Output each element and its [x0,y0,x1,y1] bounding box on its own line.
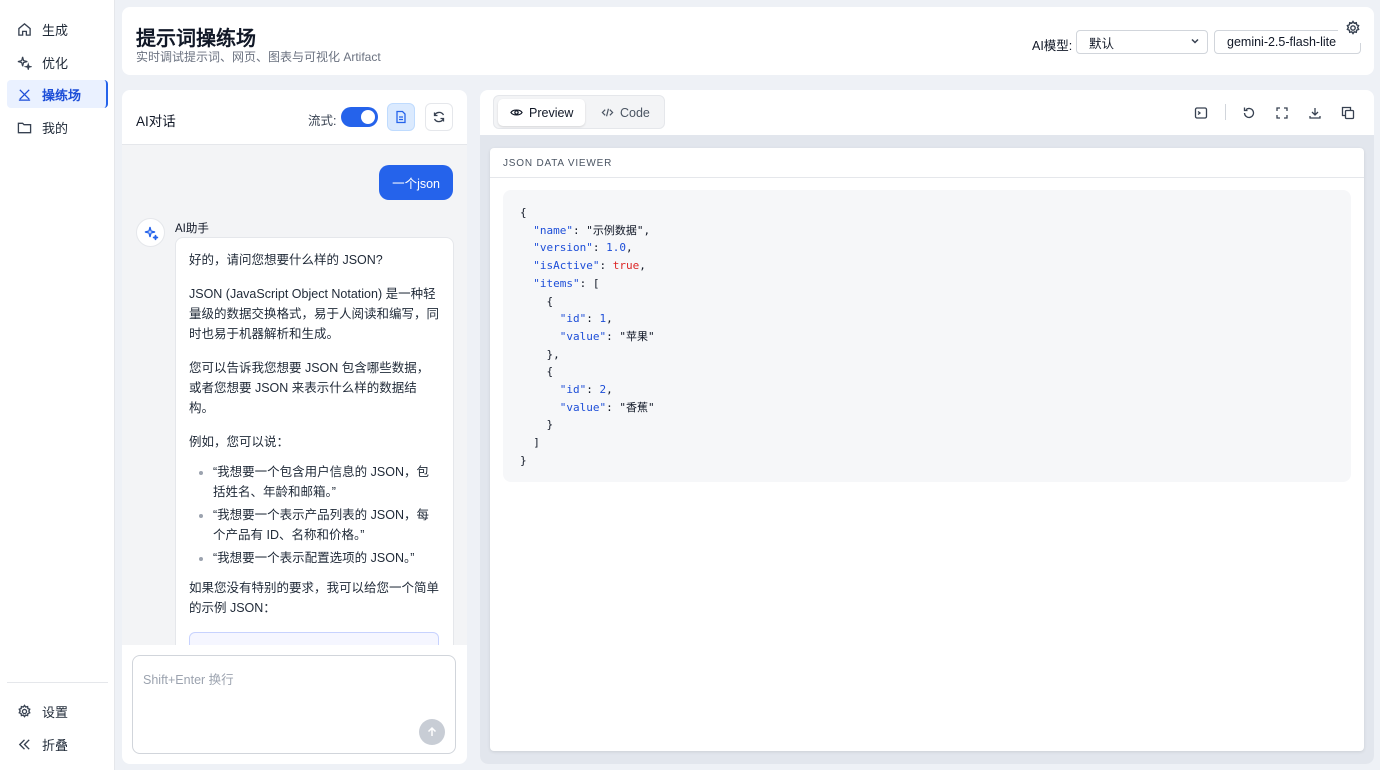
page-header: 提示词操练场 实时调试提示词、网页、图表与可视化 Artifact AI模型: … [122,7,1374,75]
reply-paragraph: 例如，您可以说： [189,435,290,449]
gear-icon [18,703,31,718]
provider-select-value: 默认 [1089,36,1115,51]
preview-canvas: JSON DATA VIEWER { "name": "示例数据", "vers… [480,135,1374,764]
home-icon [18,22,31,36]
fullscreen-button[interactable] [1272,103,1292,123]
eye-icon [510,109,523,116]
terminal-icon [1194,107,1208,119]
sparkle-icon [144,226,158,240]
stream-toggle[interactable] [341,107,378,127]
reply-paragraph: 如果您没有特别的要求，我可以给您一个简单的示例 JSON： [189,581,440,615]
sidebar-divider [7,682,108,683]
sidebar: 生成 优化 操练场 我的 设置 折叠 [0,0,115,770]
page-subtitle: 实时调试提示词、网页、图表与可视化 Artifact [136,50,381,64]
sidebar-item-collapse[interactable]: 折叠 [7,730,108,758]
sidebar-item-mine[interactable]: 我的 [7,113,108,141]
provider-select[interactable]: 默认 [1076,30,1208,54]
playground-icon [18,88,31,101]
reply-list: “我想要一个包含用户信息的 JSON，包括姓名、年龄和邮箱。” “我想要一个表示… [189,462,439,568]
user-message: 一个json [379,165,453,200]
json-viewer: JSON DATA VIEWER { "name": "示例数据", "vers… [490,148,1364,751]
toolbar-divider [1225,104,1226,120]
view-tabs: Preview Code [493,95,665,129]
tab-code[interactable]: Code [589,99,662,126]
send-button[interactable] [419,719,445,745]
sidebar-item-label: 优化 [42,55,69,71]
arrow-up-icon [427,726,437,736]
refresh-icon [433,111,445,123]
reply-paragraph: 您可以告诉我您想要 JSON 包含哪些数据，或者您想要 JSON 来表示什么样的… [189,361,430,415]
tab-preview[interactable]: Preview [498,99,586,126]
settings-button[interactable] [1338,13,1368,43]
sparkle-icon [17,56,32,70]
collapse-icon [18,738,30,750]
document-mode-button[interactable] [387,103,415,131]
fullscreen-icon [1276,107,1288,119]
sidebar-item-playground[interactable]: 操练场 [7,80,108,108]
chat-input[interactable]: Shift+Enter 换行 [132,655,456,754]
sidebar-item-optimize[interactable]: 优化 [7,48,108,76]
json-content: { "name": "示例数据", "version": 1.0, "isAct… [503,190,1351,482]
assistant-message: 好的，请问您想要什么样的 JSON? JSON (JavaScript Obje… [175,237,454,645]
rotate-icon [1243,107,1255,119]
code-block: { [189,632,439,645]
chevron-down-icon [1191,38,1199,44]
tab-label: Code [620,105,650,120]
gear-icon [1346,20,1360,35]
document-icon [396,110,406,124]
sidebar-item-label: 生成 [42,22,69,38]
viewer-title: JSON DATA VIEWER [490,148,1364,178]
list-item: “我想要一个包含用户信息的 JSON，包括姓名、年龄和邮箱。” [213,462,439,502]
chat-header: AI对话 流式: [122,90,467,145]
list-item: “我想要一个表示产品列表的 JSON，每个产品有 ID、名称和价格。” [213,505,439,545]
sidebar-item-label: 折叠 [42,737,69,753]
model-select-value: gemini-2.5-flash-lite [1227,35,1337,49]
tab-label: Preview [529,105,574,120]
download-button[interactable] [1305,103,1325,123]
chat-panel: AI对话 流式: 一个json AI助手 好的，请问您想要什么样的 JSON? … [122,90,467,764]
preview-panel: Preview Code JSON DATA VIEWER { "name": … [480,90,1374,764]
chat-messages: 一个json AI助手 好的，请问您想要什么样的 JSON? JSON (Jav… [122,145,467,645]
reply-paragraph: 好的，请问您想要什么样的 JSON? [189,253,383,267]
copy-icon [1341,106,1355,120]
stream-label: 流式: [308,114,337,128]
sidebar-item-label: 我的 [42,120,69,136]
folder-icon [17,122,32,133]
reply-paragraph: JSON (JavaScript Object Notation) 是一种轻量级… [189,287,440,341]
console-button[interactable] [1191,103,1211,123]
model-label: AI模型: [1032,39,1073,53]
download-icon [1309,108,1321,119]
page-title: 提示词操练场 [136,28,256,50]
reload-button[interactable] [1239,103,1259,123]
list-item: “我想要一个表示配置选项的 JSON。” [213,548,439,568]
copy-button[interactable] [1338,103,1358,123]
sidebar-item-settings[interactable]: 设置 [7,697,108,725]
sidebar-item-generate[interactable]: 生成 [7,15,108,43]
sidebar-item-label: 设置 [42,704,69,720]
chat-input-placeholder: Shift+Enter 换行 [143,673,234,687]
chat-title: AI对话 [136,114,176,129]
refresh-button[interactable] [425,103,453,131]
sidebar-item-label: 操练场 [42,87,82,103]
avatar [136,218,165,247]
assistant-name: AI助手 [175,223,209,235]
code-icon [601,108,614,117]
